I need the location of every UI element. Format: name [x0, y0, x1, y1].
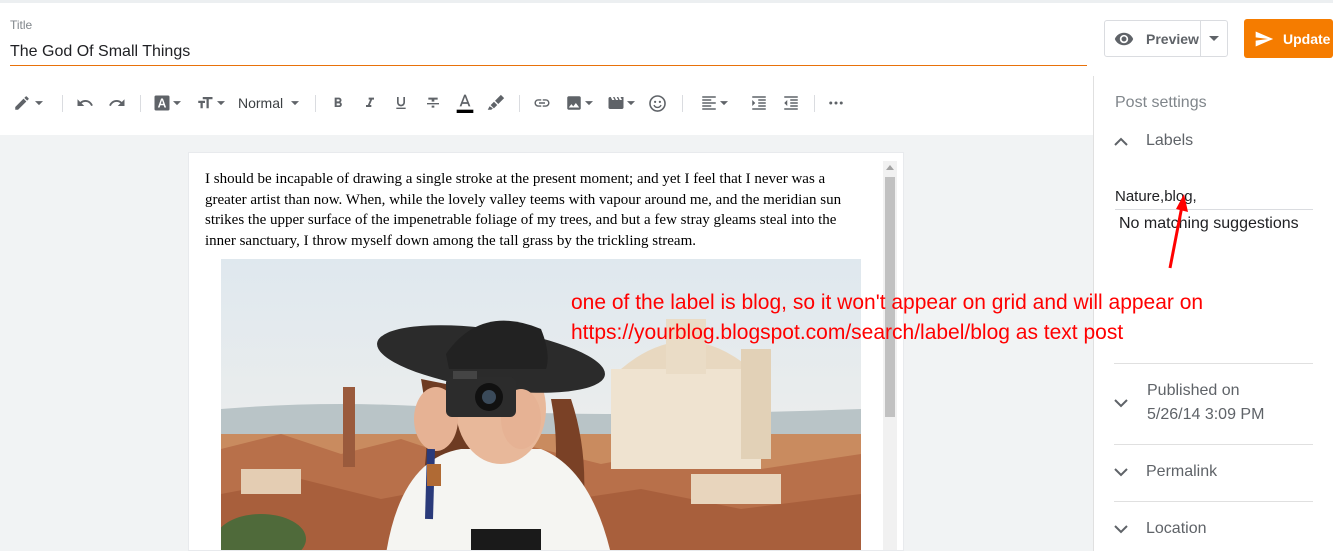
- undo-button[interactable]: [76, 92, 94, 114]
- labels-suggestions-message: No matching suggestions: [1119, 215, 1299, 232]
- toolbar-separator: [519, 95, 520, 112]
- bold-icon: [334, 97, 342, 107]
- insert-image-button[interactable]: [565, 92, 593, 114]
- caret-down-icon: [291, 100, 300, 105]
- font-size-button[interactable]: [195, 92, 225, 114]
- chevron-down-icon: [1114, 399, 1128, 408]
- editor-toolbar: Normal: [0, 86, 1093, 120]
- location-heading: Location: [1146, 520, 1207, 537]
- underline-icon: [396, 97, 406, 109]
- title-input[interactable]: The God Of Small Things: [10, 40, 1086, 64]
- annotation-note: one of the label is blog, so it won't ap…: [571, 288, 1311, 348]
- preview-label: Preview: [1146, 30, 1199, 47]
- caret-down-icon: [173, 100, 181, 105]
- labels-heading: Labels: [1146, 132, 1194, 149]
- redo-button[interactable]: [108, 92, 126, 114]
- undo-icon: [77, 99, 93, 106]
- link-icon: [534, 99, 550, 107]
- align-button[interactable]: [700, 92, 728, 114]
- pencil-mode-button[interactable]: [13, 92, 43, 114]
- update-button[interactable]: Update: [1244, 19, 1333, 58]
- eye-icon: [1114, 32, 1134, 45]
- permalink-heading: Permalink: [1146, 463, 1218, 480]
- section-divider: [1114, 363, 1313, 364]
- caret-down-icon: [627, 100, 635, 105]
- post-settings-heading: Post settings: [1115, 94, 1207, 111]
- more-icon: [829, 101, 843, 105]
- preview-button[interactable]: Preview: [1105, 21, 1200, 56]
- highlight-icon: [487, 94, 505, 110]
- more-options-button[interactable]: [827, 92, 845, 114]
- video-icon: [608, 97, 624, 109]
- caret-down-icon: [217, 100, 225, 105]
- toolbar-separator: [62, 95, 63, 112]
- emoji-icon: [649, 94, 666, 112]
- caret-down-icon: [35, 100, 43, 105]
- text-color-icon: [456, 94, 474, 113]
- update-label: Update: [1283, 30, 1331, 47]
- chevron-up-icon: [1114, 137, 1128, 146]
- post-paragraph[interactable]: I should be incapable of drawing a singl…: [205, 169, 870, 251]
- preview-dropdown-button[interactable]: [1201, 21, 1227, 56]
- indent-icon: [752, 96, 766, 110]
- toolbar-separator: [140, 95, 141, 112]
- published-heading: Published on: [1147, 382, 1240, 399]
- strikethrough-button[interactable]: [425, 92, 441, 114]
- pencil-icon: [15, 96, 29, 110]
- caret-down-icon: [585, 100, 593, 105]
- annotation-line-1: one of the label is blog, so it won't ap…: [571, 291, 1204, 314]
- font-button[interactable]: [153, 92, 181, 114]
- outdent-button[interactable]: [782, 92, 800, 114]
- permalink-section-toggle[interactable]: Permalink: [1114, 463, 1217, 481]
- chevron-down-icon: [1114, 467, 1128, 476]
- caret-down-icon: [1209, 35, 1219, 41]
- insert-video-button[interactable]: [607, 92, 635, 114]
- outdent-icon: [784, 96, 798, 110]
- align-left-icon: [702, 96, 716, 110]
- section-divider: [1114, 501, 1313, 502]
- scroll-up-arrow-icon[interactable]: [886, 165, 894, 170]
- location-section-toggle[interactable]: Location: [1114, 520, 1207, 538]
- link-button[interactable]: [532, 92, 552, 114]
- redo-icon: [109, 99, 125, 106]
- strikethrough-icon: [427, 97, 439, 108]
- caret-down-icon: [720, 100, 728, 105]
- paragraph-format-label: Normal: [238, 95, 284, 111]
- section-divider: [1114, 444, 1313, 445]
- font-size-icon: [198, 97, 213, 109]
- title-field-label: Title: [10, 18, 33, 32]
- italic-icon: [366, 97, 374, 107]
- emoji-button[interactable]: [648, 92, 667, 114]
- text-color-button[interactable]: [455, 92, 475, 114]
- bold-button[interactable]: [330, 92, 346, 114]
- send-icon: [1255, 31, 1274, 46]
- indent-button[interactable]: [750, 92, 768, 114]
- preview-button-group: Preview: [1104, 20, 1228, 57]
- title-underline: [10, 65, 1087, 66]
- image-icon: [567, 96, 581, 110]
- annotation-arrow-icon: [1168, 194, 1188, 269]
- font-icon: [154, 95, 170, 111]
- toolbar-separator: [315, 95, 316, 112]
- paragraph-format-dropdown[interactable]: Normal: [238, 92, 300, 114]
- italic-button[interactable]: [362, 92, 378, 114]
- toolbar-separator: [682, 95, 683, 112]
- underline-button[interactable]: [393, 92, 409, 114]
- post-body-editor[interactable]: I should be incapable of drawing a singl…: [188, 152, 904, 551]
- published-date: 5/26/14 3:09 PM: [1147, 406, 1265, 423]
- labels-input-underline: [1115, 209, 1313, 210]
- toolbar-separator: [814, 95, 815, 112]
- chevron-down-icon: [1114, 524, 1128, 533]
- highlight-button[interactable]: [487, 92, 505, 114]
- top-border: [0, 0, 1333, 3]
- published-section-toggle[interactable]: [1114, 399, 1128, 408]
- annotation-line-2: https://yourblog.blogspot.com/search/lab…: [571, 321, 1124, 344]
- labels-section-toggle[interactable]: Labels: [1114, 132, 1193, 150]
